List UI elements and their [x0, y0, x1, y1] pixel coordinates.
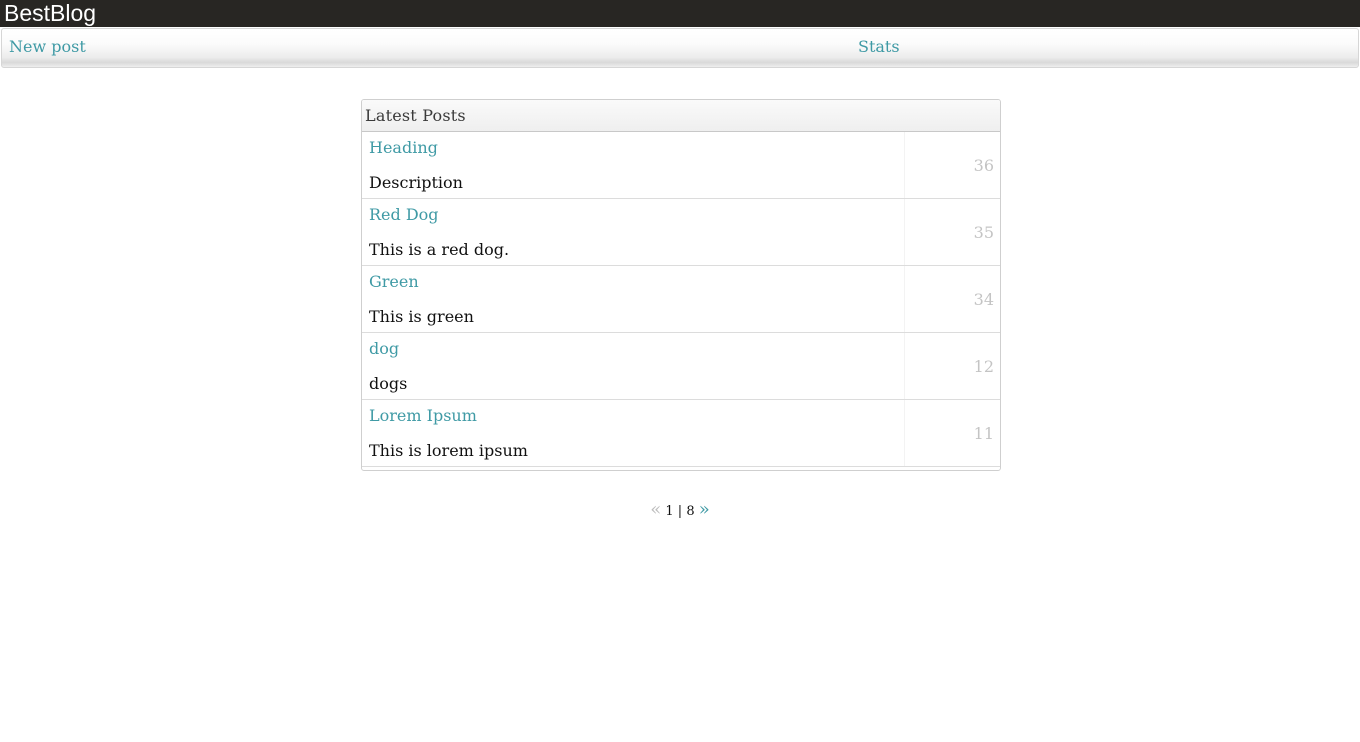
next-page-arrow-icon[interactable]: »	[699, 499, 710, 520]
row-divider	[904, 199, 905, 265]
nav-bar: New post Stats	[1, 28, 1359, 68]
post-count: 36	[973, 156, 994, 175]
post-row: dog dogs 12	[362, 333, 1000, 400]
post-count: 12	[973, 357, 994, 376]
post-title-link[interactable]: Lorem Ipsum	[369, 406, 477, 425]
latest-posts-panel: Latest Posts Heading Description 36 Red …	[361, 99, 1001, 471]
app-title: BestBlog	[4, 0, 97, 26]
post-description: This is lorem ipsum	[369, 441, 528, 460]
post-description: dogs	[369, 374, 408, 393]
prev-page-arrow-icon[interactable]: «	[650, 499, 661, 520]
post-count: 11	[973, 424, 994, 443]
post-count: 35	[973, 223, 994, 242]
post-row: Green This is green 34	[362, 266, 1000, 333]
total-pages: 8	[686, 504, 695, 519]
new-post-link[interactable]: New post	[9, 37, 86, 56]
post-title-link[interactable]: Red Dog	[369, 205, 439, 224]
row-divider	[904, 132, 905, 198]
post-description: This is a red dog.	[369, 240, 510, 259]
row-divider	[904, 400, 905, 466]
post-description: This is green	[369, 307, 474, 326]
app-header: BestBlog	[0, 0, 1360, 27]
row-divider	[904, 266, 905, 332]
post-row: Lorem Ipsum This is lorem ipsum 11	[362, 400, 1000, 467]
post-title-link[interactable]: dog	[369, 339, 399, 358]
post-description: Description	[369, 173, 463, 192]
stats-link[interactable]: Stats	[858, 37, 900, 56]
post-row: Heading Description 36	[362, 132, 1000, 199]
post-title-link[interactable]: Green	[369, 272, 419, 291]
panel-title: Latest Posts	[362, 100, 1000, 132]
post-row: Red Dog This is a red dog. 35	[362, 199, 1000, 266]
row-divider	[904, 333, 905, 399]
pagination: « 1 | 8 »	[0, 499, 1360, 520]
post-title-link[interactable]: Heading	[369, 138, 438, 157]
page-separator: |	[677, 504, 683, 519]
current-page: 1	[665, 504, 674, 519]
post-count: 34	[973, 290, 994, 309]
